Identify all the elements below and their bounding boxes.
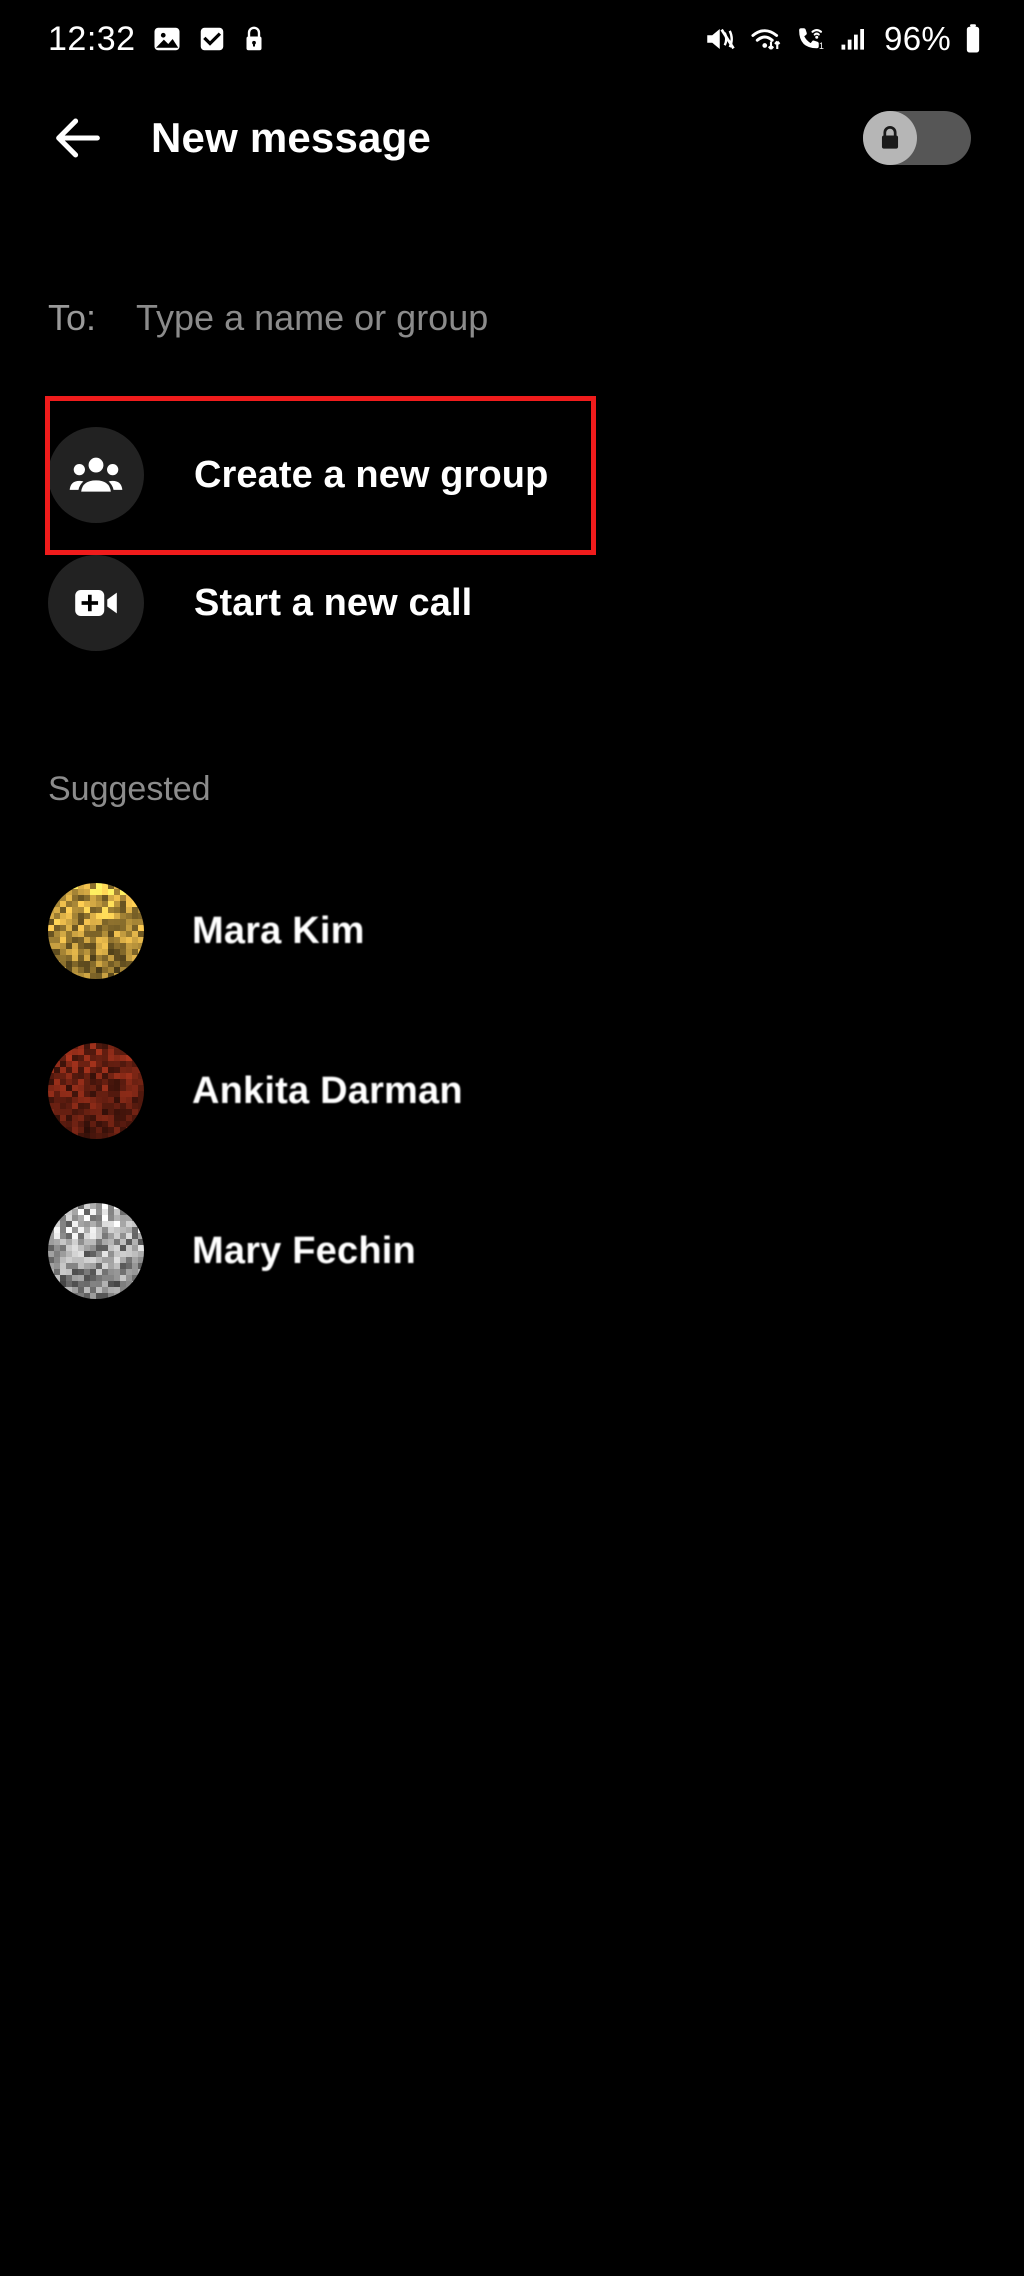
- contact-name: Mara Kim: [192, 909, 365, 952]
- lock-icon: [246, 26, 262, 51]
- toggle-knob: [863, 111, 917, 165]
- contact-name: Ankita Darman: [192, 1069, 463, 1112]
- create-new-group-row[interactable]: Create a new group: [0, 412, 1024, 538]
- status-bar-clock: 12:32: [48, 19, 136, 58]
- wifi-icon: [751, 29, 781, 50]
- list-item[interactable]: Ankita Darman: [0, 1035, 1024, 1147]
- group-people-icon: [69, 457, 123, 492]
- start-new-call-row[interactable]: Start a new call: [0, 540, 1024, 666]
- wifi-calling-icon: 1: [799, 28, 824, 51]
- suggested-section-title: Suggested: [48, 770, 211, 808]
- status-bar-right: 1 96%: [704, 20, 984, 58]
- signal-bars-icon: [841, 29, 865, 50]
- start-new-call-label: Start a new call: [194, 581, 473, 624]
- group-icon-circle: [48, 427, 144, 523]
- mute-vibrate-icon: [707, 28, 735, 50]
- recipient-row[interactable]: To:: [0, 283, 1024, 353]
- call-icon-circle: [48, 555, 144, 651]
- back-arrow-icon: [56, 118, 100, 158]
- checkbox-checked-icon: [200, 27, 223, 51]
- new-message-screen: 12:32 1 96% New message To: Type a name …: [0, 0, 1024, 2276]
- contact-name: Mary Fechin: [192, 1229, 416, 1272]
- avatar: [48, 883, 144, 979]
- battery-icon: [966, 24, 980, 53]
- status-bar-left: 12:32: [48, 20, 266, 59]
- list-item[interactable]: Mara Kim: [0, 875, 1024, 987]
- lock-icon: [881, 126, 899, 149]
- recipient-label: To:: [48, 297, 97, 338]
- svg-text:1: 1: [819, 41, 824, 51]
- create-new-group-label: Create a new group: [194, 453, 549, 496]
- recipient-input[interactable]: [136, 297, 777, 339]
- app-bar: New message: [0, 78, 1024, 198]
- battery-percent-label: 96%: [884, 20, 951, 57]
- avatar: [48, 1043, 144, 1139]
- back-button[interactable]: [30, 90, 126, 186]
- avatar: [48, 1203, 144, 1299]
- encryption-lock-toggle[interactable]: [863, 111, 971, 165]
- video-call-add-icon: [75, 590, 117, 616]
- image-icon: [154, 27, 180, 51]
- page-title: New message: [151, 114, 432, 161]
- status-bar: 12:32 1 96%: [0, 0, 1024, 78]
- list-item[interactable]: Mary Fechin: [0, 1195, 1024, 1307]
